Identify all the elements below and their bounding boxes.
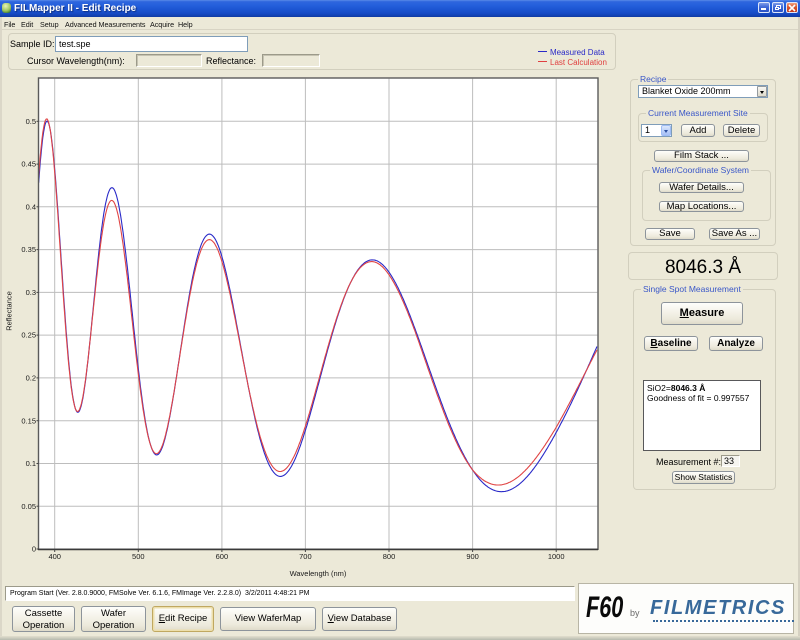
svg-text:0.2: 0.2 bbox=[26, 374, 36, 383]
svg-text:0.1: 0.1 bbox=[26, 459, 36, 468]
svg-text:Wavelength (nm): Wavelength (nm) bbox=[290, 569, 347, 578]
svg-text:0.05: 0.05 bbox=[21, 502, 36, 511]
svg-text:0.25: 0.25 bbox=[21, 331, 36, 340]
svg-text:500: 500 bbox=[132, 552, 145, 561]
svg-text:0.45: 0.45 bbox=[21, 160, 36, 169]
svg-text:600: 600 bbox=[216, 552, 229, 561]
svg-text:0.35: 0.35 bbox=[21, 245, 36, 254]
svg-text:0: 0 bbox=[32, 545, 36, 554]
svg-text:700: 700 bbox=[299, 552, 312, 561]
svg-text:0.5: 0.5 bbox=[26, 117, 36, 126]
svg-text:1000: 1000 bbox=[548, 552, 565, 561]
svg-text:0.3: 0.3 bbox=[26, 288, 36, 297]
svg-text:400: 400 bbox=[48, 552, 61, 561]
svg-text:0.4: 0.4 bbox=[26, 202, 36, 211]
svg-text:Reflectance: Reflectance bbox=[5, 291, 14, 331]
svg-text:900: 900 bbox=[466, 552, 479, 561]
svg-text:800: 800 bbox=[383, 552, 396, 561]
svg-text:0.15: 0.15 bbox=[21, 416, 36, 425]
